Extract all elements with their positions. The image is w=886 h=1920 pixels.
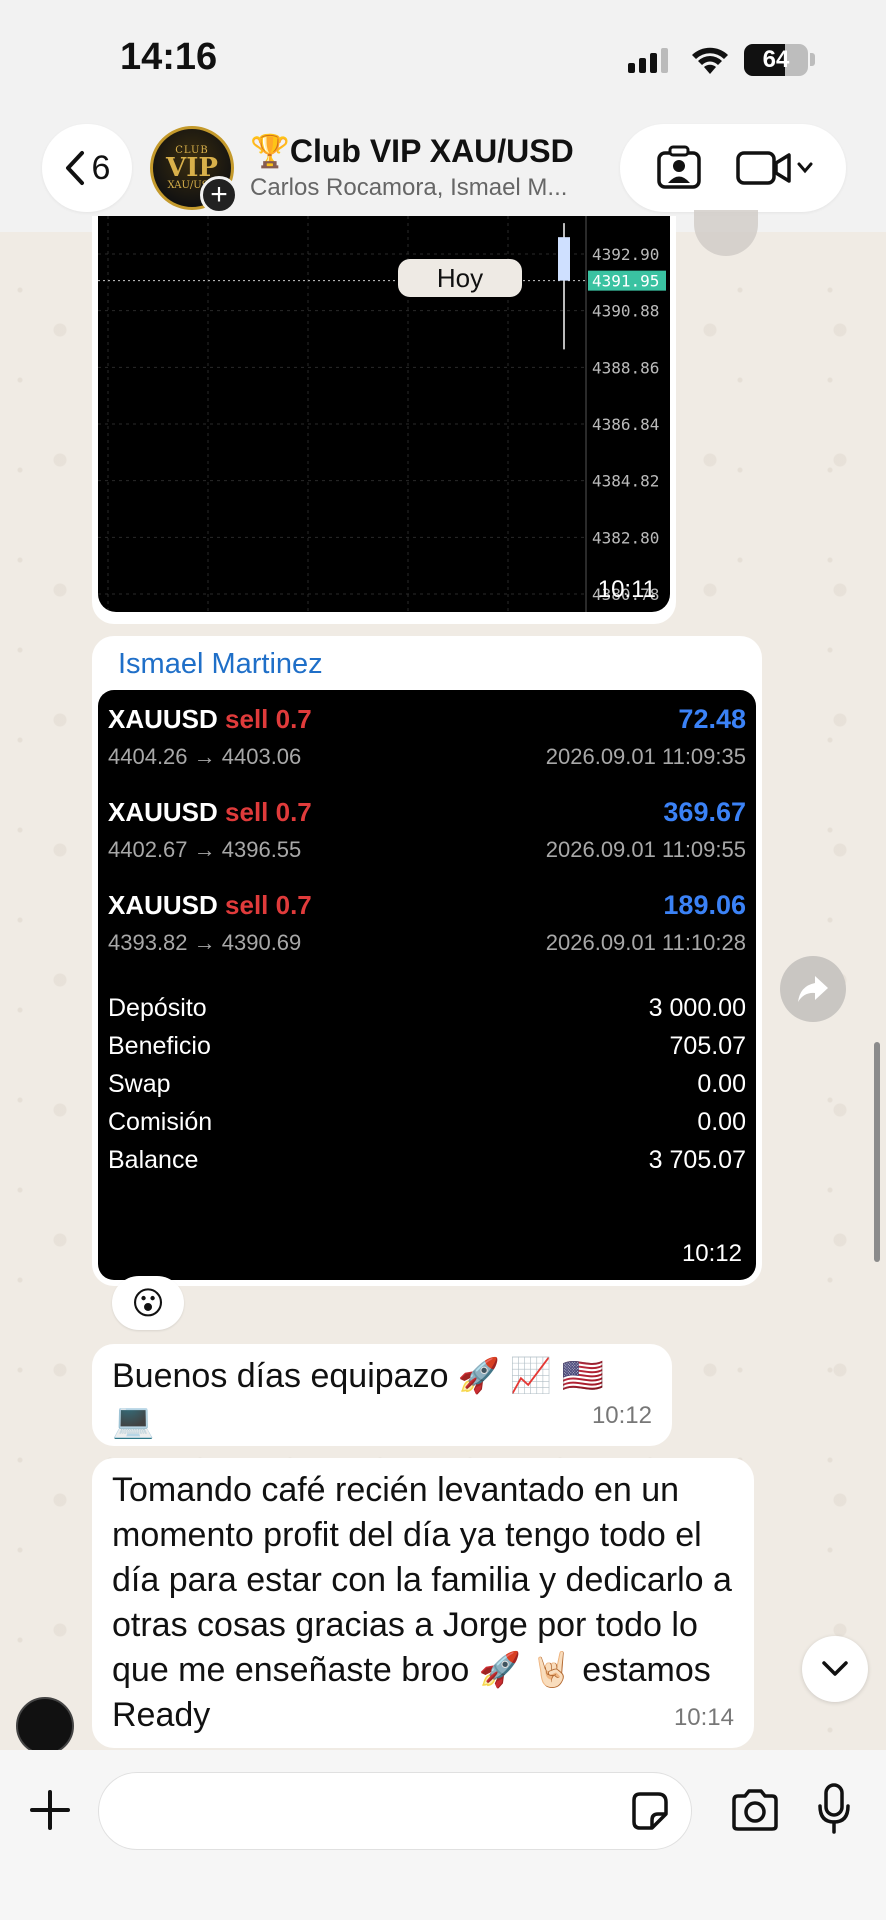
microphone-icon[interactable] bbox=[816, 1782, 852, 1836]
chevron-down-icon bbox=[822, 1661, 848, 1676]
summary-label: Balance bbox=[108, 1145, 199, 1174]
trade-symbol: XAUUSD sell 0.7 bbox=[108, 704, 312, 735]
summary-row: Beneficio 705.07 bbox=[108, 1027, 746, 1065]
chart-svg: 4392.90 4390.88 4388.86 4386.84 4384.82 4382.… bbox=[98, 216, 666, 612]
trade-row: XAUUSD sell 0.7 72.48 4404.26 → 4403.06 … bbox=[108, 698, 746, 791]
summary-value: 0.00 bbox=[697, 1069, 746, 1098]
trade-symbol: XAUUSD sell 0.7 bbox=[108, 797, 312, 828]
battery-level: 64 bbox=[762, 46, 790, 73]
date-separator: Hoy bbox=[398, 259, 522, 297]
positions-message[interactable]: Ismael Martinez XAUUSD sell 0.7 72.48 44… bbox=[92, 636, 762, 1286]
chevron-down-icon bbox=[797, 162, 812, 174]
forward-arrow-icon bbox=[798, 976, 828, 1002]
group-name[interactable]: 🏆Club VIP XAU/USD bbox=[250, 132, 574, 170]
message-time: 10:12 bbox=[591, 1402, 652, 1429]
trade-date: 2026.09.01 11:09:35 bbox=[545, 744, 746, 769]
summary-value: 3 000.00 bbox=[648, 993, 746, 1022]
message-time: 10:12 bbox=[681, 1240, 742, 1267]
summary-value: 705.07 bbox=[669, 1031, 746, 1060]
trade-prices: 4404.26 → 4403.06 bbox=[108, 744, 302, 769]
wifi-icon bbox=[692, 47, 728, 74]
chevron-left-icon bbox=[65, 151, 84, 185]
account-summary: Depósito 3 000.00 Beneficio 705.07 Swap 0.0… bbox=[108, 989, 746, 1179]
summary-label: Beneficio bbox=[108, 1031, 211, 1060]
message-time: 10:14 bbox=[673, 1704, 734, 1731]
message-text: Tomando café recién levantado en un mome… bbox=[112, 1471, 732, 1734]
battery-cap bbox=[810, 53, 815, 66]
trade-date: 2026.09.01 11:10:28 bbox=[545, 930, 746, 955]
trade-row: XAUUSD sell 0.7 189.06 4393.82 → 4390.69… bbox=[108, 884, 746, 977]
status-bar: 14:16 64 bbox=[0, 0, 886, 120]
summary-row: Depósito 3 000.00 bbox=[108, 989, 746, 1027]
chart-image-message[interactable]: 4392.90 4390.88 4388.86 4386.84 4384.82 4382.… bbox=[92, 216, 676, 624]
trade-side: sell 0.7 bbox=[225, 890, 312, 920]
summary-row: Comisión 0.00 bbox=[108, 1103, 746, 1141]
price-chart: 4392.90 4390.88 4388.86 4386.84 4384.82 4382.… bbox=[98, 216, 670, 612]
text-message[interactable]: Buenos días equipazo 🚀 📈 🇺🇸 💻 10:12 bbox=[92, 1344, 672, 1446]
reaction-badge[interactable]: 😮 bbox=[112, 1276, 184, 1330]
summary-value: 0.00 bbox=[697, 1107, 746, 1136]
header-actions bbox=[620, 124, 846, 212]
trade-symbol-text: XAUUSD bbox=[108, 890, 218, 920]
text-message[interactable]: Tomando café recién levantado en un mome… bbox=[92, 1458, 754, 1748]
forward-button[interactable] bbox=[780, 956, 846, 1022]
clock: 14:16 bbox=[120, 36, 218, 78]
summary-row: Balance 3 705.07 bbox=[108, 1141, 746, 1179]
video-camera-icon bbox=[735, 151, 791, 185]
summary-label: Depósito bbox=[108, 993, 207, 1022]
current-price-label: 4391.95 bbox=[592, 272, 659, 291]
trade-date: 2026.09.01 11:09:55 bbox=[545, 837, 746, 862]
video-call-button[interactable] bbox=[735, 148, 813, 188]
message-text: Buenos días equipazo 🚀 📈 🇺🇸 💻 bbox=[112, 1357, 604, 1440]
trade-symbol: XAUUSD sell 0.7 bbox=[108, 890, 312, 921]
y-tick-label: 4386.84 bbox=[592, 415, 659, 434]
scroll-to-bottom-button[interactable] bbox=[802, 1636, 868, 1702]
sender-name[interactable]: Ismael Martinez bbox=[98, 648, 756, 690]
unread-count: 6 bbox=[91, 148, 111, 187]
plus-icon[interactable] bbox=[26, 1786, 74, 1834]
contact-card-icon[interactable] bbox=[654, 143, 704, 193]
trade-prices: 4393.82 → 4390.69 bbox=[108, 930, 302, 955]
summary-label: Swap bbox=[108, 1069, 171, 1098]
add-icon[interactable]: + bbox=[200, 176, 238, 214]
trade-symbol-text: XAUUSD bbox=[108, 797, 218, 827]
back-button[interactable]: 6 bbox=[42, 124, 132, 212]
y-tick-label: 4392.90 bbox=[592, 245, 659, 264]
candle-body bbox=[558, 237, 570, 281]
avatar-text-main: VIP bbox=[166, 153, 218, 183]
battery-icon: 64 bbox=[744, 44, 808, 76]
trade-profit: 369.67 bbox=[663, 797, 746, 827]
cellular-signal-icon bbox=[628, 48, 668, 73]
trade-row: XAUUSD sell 0.7 369.67 4402.67 → 4396.55… bbox=[108, 791, 746, 884]
group-members[interactable]: Carlos Rocamora, Ismael M... bbox=[250, 174, 590, 202]
message-input[interactable] bbox=[98, 1772, 692, 1850]
trade-profit: 72.48 bbox=[678, 704, 746, 734]
trade-prices: 4402.67 → 4396.55 bbox=[108, 837, 302, 862]
y-tick-label: 4390.88 bbox=[592, 302, 659, 321]
sticker-icon[interactable] bbox=[628, 1790, 670, 1832]
summary-value: 3 705.07 bbox=[648, 1145, 746, 1174]
summary-label: Comisión bbox=[108, 1107, 213, 1136]
trade-side: sell 0.7 bbox=[225, 704, 312, 734]
trade-profit: 189.06 bbox=[663, 890, 746, 920]
scrollbar[interactable] bbox=[874, 1042, 880, 1262]
summary-row: Swap 0.00 bbox=[108, 1065, 746, 1103]
sender-avatar[interactable] bbox=[16, 1697, 74, 1755]
positions-screenshot: XAUUSD sell 0.7 72.48 4404.26 → 4403.06 … bbox=[98, 690, 756, 1280]
message-composer bbox=[0, 1750, 886, 1920]
y-tick-label: 4388.86 bbox=[592, 358, 659, 377]
y-tick-label: 4384.82 bbox=[592, 472, 659, 491]
message-time: 10:11 bbox=[597, 576, 656, 603]
camera-icon[interactable] bbox=[730, 1788, 780, 1832]
trade-side: sell 0.7 bbox=[225, 797, 312, 827]
trade-symbol-text: XAUUSD bbox=[108, 704, 218, 734]
y-tick-label: 4382.80 bbox=[592, 528, 659, 547]
